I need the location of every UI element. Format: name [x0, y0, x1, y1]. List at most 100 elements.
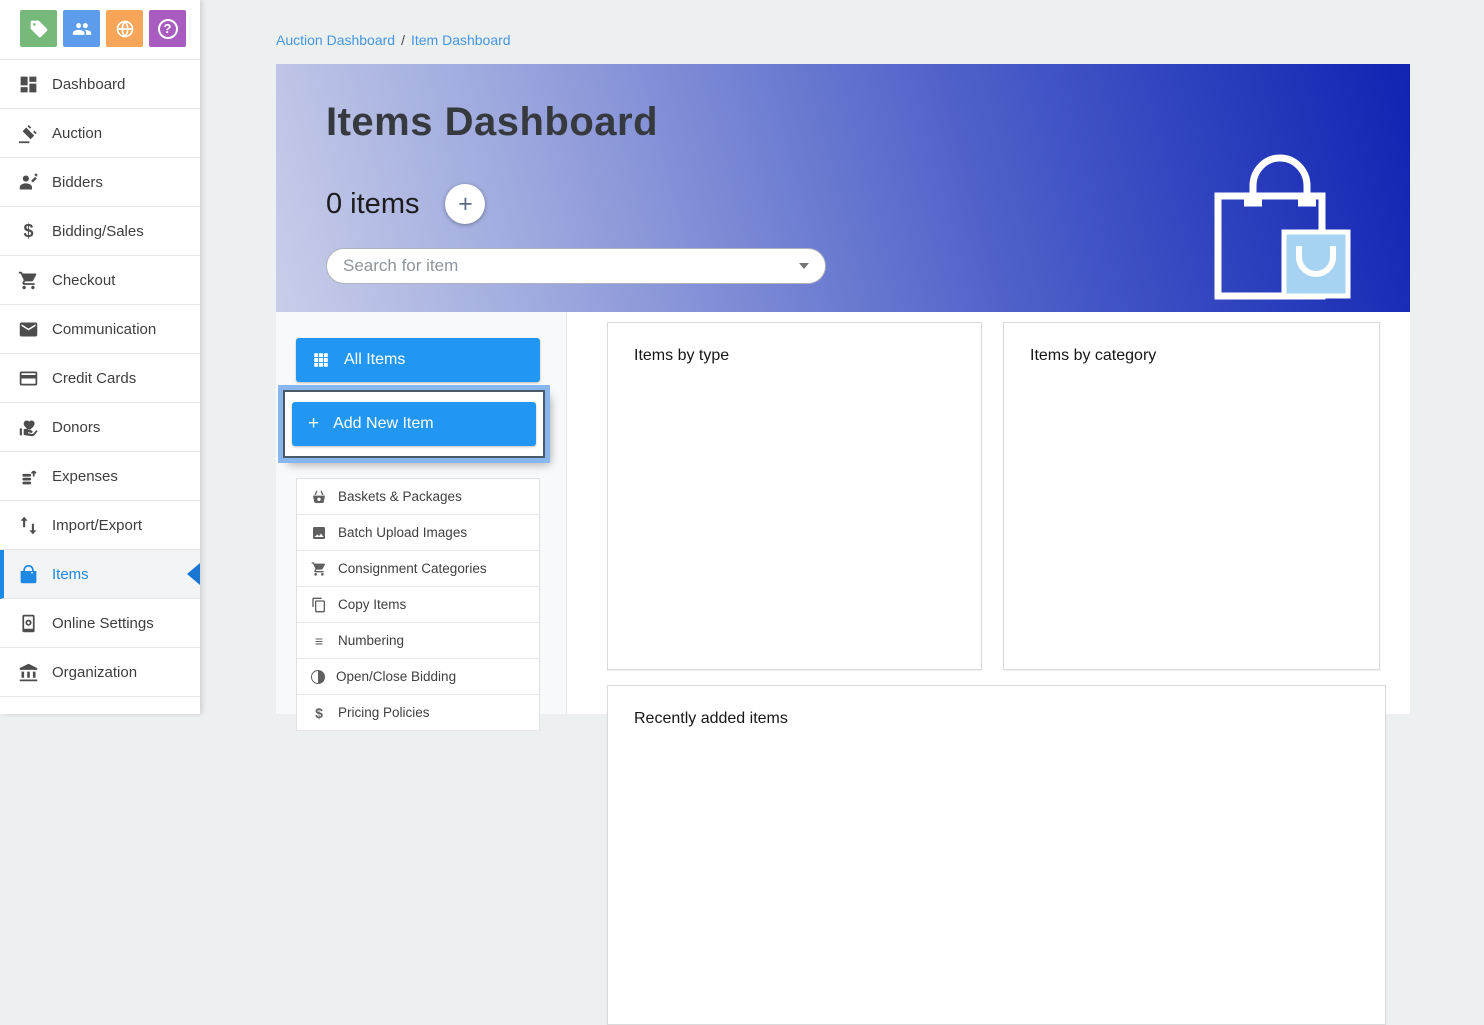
tags-button[interactable]	[20, 10, 57, 47]
numbered-list-icon: ≡	[311, 633, 327, 649]
recently-added-items-panel: Recently added items	[607, 685, 1386, 1025]
sidebar-item-credit-cards[interactable]: Credit Cards	[0, 354, 200, 403]
sidebar-item-label: Credit Cards	[52, 370, 136, 387]
cart-icon	[311, 561, 327, 577]
add-new-item-button[interactable]: + Add New Item	[292, 402, 536, 446]
credit-card-icon	[18, 368, 39, 389]
image-icon	[311, 525, 327, 541]
item-count: 0 items	[326, 188, 419, 221]
sidebar-item-expenses[interactable]: Expenses	[0, 452, 200, 501]
all-items-label: All Items	[344, 351, 405, 369]
menu-item-label: Copy Items	[338, 597, 406, 612]
search-input[interactable]	[343, 256, 799, 276]
sidebar-item-label: Auction	[52, 125, 102, 142]
half-circle-icon	[311, 670, 325, 684]
items-by-category-panel: Items by category	[1003, 322, 1380, 670]
add-new-item-label: Add New Item	[333, 415, 433, 433]
breadcrumb-link-item-dashboard[interactable]: Item Dashboard	[411, 32, 511, 48]
copy-icon	[311, 597, 327, 613]
menu-item-consignment-categories[interactable]: Consignment Categories	[297, 551, 539, 587]
breadcrumb: Auction Dashboard / Item Dashboard	[276, 32, 511, 48]
menu-item-label: Baskets & Packages	[338, 489, 462, 504]
sidebar-item-label: Online Settings	[52, 615, 154, 632]
menu-item-batch-upload-images[interactable]: Batch Upload Images	[297, 515, 539, 551]
bidder-icon	[18, 172, 39, 193]
globe-icon	[115, 19, 135, 39]
sidebar-item-checkout[interactable]: Checkout	[0, 256, 200, 305]
app-sidebar: ? Dashboard Auction Bidders $ Bidding/Sa…	[0, 0, 200, 714]
users-button[interactable]	[63, 10, 100, 47]
dollar-icon: $	[18, 221, 39, 242]
menu-item-copy-items[interactable]: Copy Items	[297, 587, 539, 623]
sidebar-item-auction[interactable]: Auction	[0, 109, 200, 158]
menu-item-numbering[interactable]: ≡ Numbering	[297, 623, 539, 659]
sidebar-item-items[interactable]: Items	[0, 550, 200, 599]
item-tools-menu: Baskets & Packages Batch Upload Images C…	[296, 478, 540, 731]
breadcrumb-separator: /	[401, 32, 405, 48]
organization-icon	[18, 662, 39, 683]
panel-title: Recently added items	[634, 710, 788, 728]
panel-title: Items by type	[634, 347, 729, 365]
grid-icon	[312, 351, 330, 369]
items-quicklinks-column: All Items + Add New Item Baskets & Packa…	[276, 312, 567, 714]
dropdown-caret-icon	[799, 263, 809, 269]
menu-item-label: Pricing Policies	[338, 705, 430, 720]
shopping-bag-icon	[18, 564, 39, 585]
heart-hand-icon	[18, 417, 39, 438]
sidebar-item-bidding-sales[interactable]: $ Bidding/Sales	[0, 207, 200, 256]
help-icon: ?	[158, 19, 178, 39]
item-search-select[interactable]	[326, 248, 826, 284]
main-nav: Dashboard Auction Bidders $ Bidding/Sale…	[0, 59, 200, 697]
gavel-icon	[18, 123, 39, 144]
coins-icon	[18, 466, 39, 487]
dollar-icon: $	[311, 705, 327, 721]
quick-toolbar: ?	[20, 10, 186, 47]
import-export-icon	[18, 515, 39, 536]
breadcrumb-link-auction-dashboard[interactable]: Auction Dashboard	[276, 32, 395, 48]
hero-banner: Items Dashboard 0 items +	[276, 64, 1410, 312]
sidebar-item-label: Items	[52, 566, 89, 583]
tag-icon	[29, 19, 49, 39]
sidebar-item-online-settings[interactable]: Online Settings	[0, 599, 200, 648]
sidebar-item-label: Checkout	[52, 272, 115, 289]
sidebar-item-label: Import/Export	[52, 517, 142, 534]
content-panel: All Items + Add New Item Baskets & Packa…	[276, 312, 1410, 714]
plus-icon: +	[308, 413, 319, 435]
sidebar-item-dashboard[interactable]: Dashboard	[0, 60, 200, 109]
sidebar-item-label: Dashboard	[52, 76, 125, 93]
menu-item-baskets-packages[interactable]: Baskets & Packages	[297, 479, 539, 515]
panel-title: Items by category	[1030, 347, 1156, 365]
basket-icon	[311, 489, 327, 505]
items-by-type-panel: Items by type	[607, 322, 982, 670]
sidebar-item-donors[interactable]: Donors	[0, 403, 200, 452]
cart-icon	[18, 270, 39, 291]
menu-item-label: Open/Close Bidding	[336, 669, 456, 684]
dashboard-icon	[18, 74, 39, 95]
item-count-row: 0 items +	[326, 184, 485, 224]
all-items-button[interactable]: All Items	[296, 338, 540, 382]
website-button[interactable]	[106, 10, 143, 47]
menu-item-open-close-bidding[interactable]: Open/Close Bidding	[297, 659, 539, 695]
sidebar-item-label: Donors	[52, 419, 100, 436]
menu-item-pricing-policies[interactable]: $ Pricing Policies	[297, 695, 539, 731]
envelope-icon	[18, 319, 39, 340]
people-icon	[72, 19, 92, 39]
sidebar-item-organization[interactable]: Organization	[0, 648, 200, 697]
menu-item-label: Batch Upload Images	[338, 525, 467, 540]
add-new-item-spotlight: + Add New Item	[283, 390, 545, 458]
help-button[interactable]: ?	[149, 10, 186, 47]
sidebar-item-bidders[interactable]: Bidders	[0, 158, 200, 207]
sidebar-item-label: Expenses	[52, 468, 118, 485]
menu-item-label: Numbering	[338, 633, 404, 648]
sidebar-item-label: Bidding/Sales	[52, 223, 144, 240]
sidebar-item-label: Communication	[52, 321, 156, 338]
sidebar-item-import-export[interactable]: Import/Export	[0, 501, 200, 550]
device-gear-icon	[18, 613, 39, 634]
menu-item-label: Consignment Categories	[338, 561, 487, 576]
sidebar-item-label: Organization	[52, 664, 137, 681]
current-page-arrow	[187, 563, 200, 585]
shopping-bags-illustration	[1206, 140, 1356, 300]
sidebar-item-communication[interactable]: Communication	[0, 305, 200, 354]
add-item-button[interactable]: +	[445, 184, 485, 224]
page-title: Items Dashboard	[326, 100, 658, 145]
